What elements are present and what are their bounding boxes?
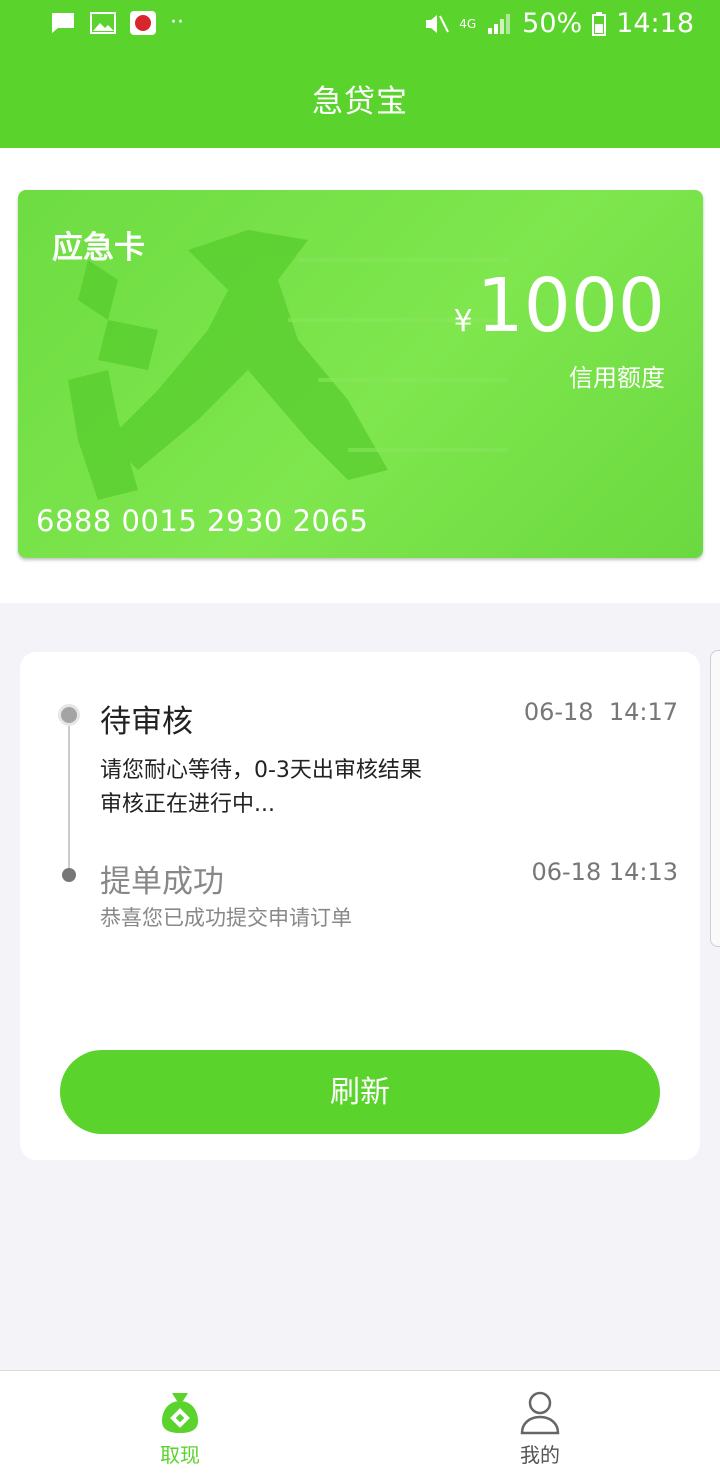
network-type: 4G — [459, 16, 477, 31]
tab-mine-label: 我的 — [520, 1443, 560, 1467]
battery-icon — [592, 11, 607, 36]
tab-mine[interactable]: 我的 — [360, 1371, 720, 1481]
more-dots-icon: ·· — [170, 10, 184, 35]
status-bar: ·· 4G 50% 14:18 — [0, 0, 720, 52]
money-bag-icon — [162, 1393, 198, 1433]
side-scroll-handle[interactable] — [710, 650, 720, 947]
tab-cash-label: 取现 — [160, 1443, 200, 1467]
step-pending-time: 06-18 14:17 — [523, 698, 678, 726]
amount-value: 1000 — [476, 263, 665, 349]
credit-card[interactable]: 应急卡 ¥1000 信用额度 6888 0015 2930 2065 — [18, 190, 703, 558]
step-submitted-desc: 恭喜您已成功提交申请订单 — [100, 906, 352, 930]
clock: 14:18 — [616, 8, 694, 39]
credit-amount: ¥1000 — [454, 266, 665, 346]
card-title: 应急卡 — [52, 230, 145, 266]
timeline-connector — [68, 716, 70, 876]
message-icon — [52, 12, 74, 33]
currency-symbol: ¥ — [453, 304, 473, 339]
gallery-icon — [90, 11, 116, 34]
refresh-button[interactable]: 刷新 — [60, 1050, 660, 1134]
page-title: 急贷宝 — [312, 84, 408, 120]
step-pending-desc: 请您耐心等待，0-3天出审核结果 — [100, 758, 422, 783]
battery-percent: 50% — [522, 8, 583, 39]
bottom-tab-bar: 取现 我的 — [0, 1370, 720, 1481]
app-notification-icon — [130, 10, 156, 35]
timeline-dot-pending — [58, 704, 80, 726]
mute-icon — [426, 14, 450, 33]
step-pending-desc-2: 审核正在进行中... — [100, 792, 275, 817]
credit-limit-label: 信用额度 — [569, 364, 665, 392]
application-status-panel: 待审核 06-18 14:17 请您耐心等待，0-3天出审核结果 审核正在进行中… — [20, 652, 700, 1160]
step-pending-title: 待审核 — [100, 704, 193, 740]
signal-icon — [488, 13, 511, 34]
timeline-dot-done — [62, 868, 76, 882]
app-header: ·· 4G 50% 14:18 急贷宝 — [0, 0, 720, 148]
user-icon — [520, 1391, 560, 1435]
step-submitted-title: 提单成功 — [100, 864, 224, 900]
tab-cash[interactable]: 取现 — [0, 1371, 360, 1481]
card-number: 6888 0015 2930 2065 — [36, 504, 369, 538]
step-submitted-time: 06-18 14:13 — [531, 858, 678, 886]
